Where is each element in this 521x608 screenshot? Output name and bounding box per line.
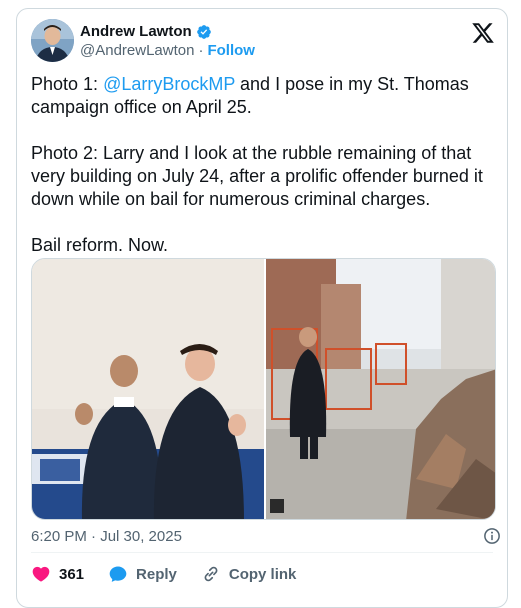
tweet-paragraph-1: Photo 1: @LarryBrockMP and I pose in my … <box>31 73 501 119</box>
media-grid <box>31 258 496 520</box>
avatar-image <box>31 19 74 62</box>
info-icon[interactable] <box>483 527 501 545</box>
reply-button[interactable]: Reply <box>108 564 177 584</box>
tweet-card: Andrew Lawton @AndrewLawton · Follow Pho… <box>16 8 508 608</box>
follow-button[interactable]: Follow <box>207 42 255 59</box>
author-name-row: Andrew Lawton <box>80 23 212 40</box>
author-handle-row: @AndrewLawton · Follow <box>80 42 255 59</box>
reply-label: Reply <box>136 565 177 583</box>
tweet-paragraph-2: Photo 2: Larry and I look at the rubble … <box>31 143 483 209</box>
tweet-timestamp[interactable]: 6:20 PM · Jul 30, 2025 <box>31 528 182 545</box>
tweet-p1-prefix: Photo 1: <box>31 74 104 94</box>
tweet-paragraph-3: Bail reform. Now. <box>31 235 169 255</box>
mention-link[interactable]: @LarryBrockMP <box>103 74 235 94</box>
like-count: 361 <box>59 565 85 583</box>
author-name[interactable]: Andrew Lawton <box>80 23 192 40</box>
photo-campaign-office[interactable] <box>32 259 264 520</box>
copy-link-button[interactable]: Copy link <box>201 564 297 584</box>
action-bar: 361 Reply Copy link <box>31 564 320 584</box>
verified-badge-icon <box>196 24 211 39</box>
x-logo-icon[interactable] <box>471 21 495 45</box>
copy-link-label: Copy link <box>228 565 297 583</box>
timestamp-row: 6:20 PM · Jul 30, 2025 <box>31 528 501 545</box>
heart-icon <box>32 566 50 582</box>
avatar[interactable] <box>31 19 74 62</box>
author-handle[interactable]: @AndrewLawton <box>80 42 194 59</box>
reply-icon <box>109 566 127 582</box>
link-icon <box>204 566 218 582</box>
like-button[interactable]: 361 <box>31 564 84 584</box>
tweet-text: Photo 1: @LarryBrockMP and I pose in my … <box>31 73 501 280</box>
photo-rubble-site[interactable] <box>266 259 496 520</box>
divider <box>31 552 493 553</box>
handle-separator: · <box>198 42 204 59</box>
